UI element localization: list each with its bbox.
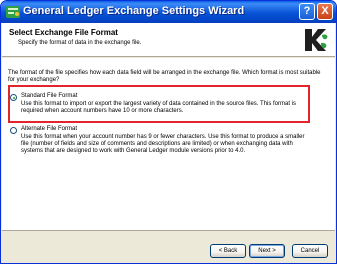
wizard-header: Select Exchange File Format Specify the … [2, 23, 335, 57]
alternate-format-label[interactable]: Alternate File Format [21, 126, 77, 133]
close-button[interactable]: X [317, 3, 333, 20]
intro-text: The format of the file specifies how eac… [8, 70, 321, 83]
footer-divider [2, 230, 335, 231]
title-bar[interactable]: General Ledger Exchange Settings Wizard … [1, 1, 336, 23]
page-title: Select Exchange File Format [9, 28, 118, 37]
help-button[interactable]: ? [299, 3, 315, 20]
alternate-format-description: Use this format when your account number… [21, 134, 305, 154]
alternate-format-radio[interactable] [10, 127, 17, 134]
back-button[interactable]: < Back [210, 244, 246, 258]
standard-format-label[interactable]: Standard File Format [21, 93, 77, 100]
page-subtitle: Specify the format of data in the exchan… [18, 40, 142, 46]
standard-format-radio[interactable] [10, 94, 17, 101]
wizard-content: The format of the file specifies how eac… [2, 58, 335, 230]
app-icon [6, 6, 20, 18]
wizard-window: General Ledger Exchange Settings Wizard … [0, 0, 337, 264]
standard-format-description: Use this format to import or export the … [21, 101, 297, 114]
next-button[interactable]: Next > [249, 244, 285, 258]
wizard-logo-icon [305, 29, 328, 51]
cancel-button[interactable]: Cancel [292, 244, 328, 258]
window-title: General Ledger Exchange Settings Wizard [23, 5, 245, 17]
